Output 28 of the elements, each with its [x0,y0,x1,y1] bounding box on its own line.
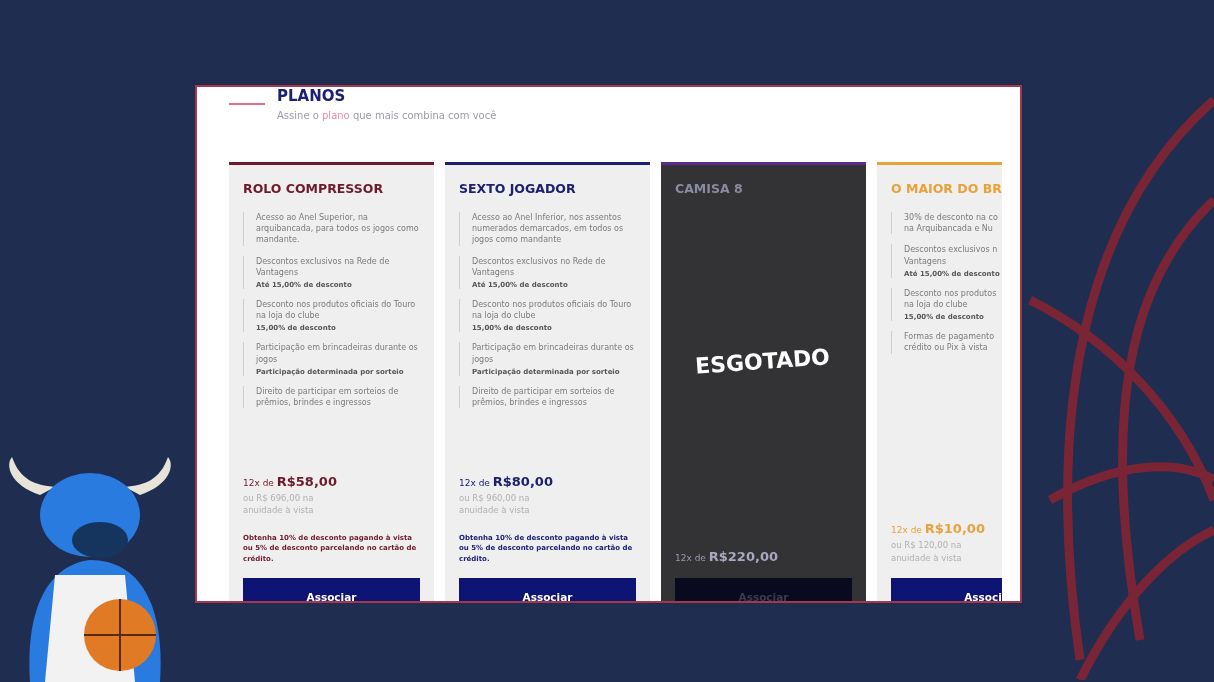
plan-title: O MAIOR DO BR [891,181,1002,196]
feature-text: Desconto nos produtos na loja do clube [904,287,998,311]
feature-text: Participação em brincadeiras durante os jogos [256,342,419,365]
feature-text: Formas de pagamento crédito ou Pix à vista [904,331,996,354]
sold-out-label: ESGOTADO [694,344,831,379]
feature-text: Acesso ao Anel Inferior, nos assentos numerados demarcados, em todos os jogos como mandante [472,212,625,246]
plan-price: 12x de R$80,00 [459,473,554,489]
plan-title: CAMISA 8 [675,181,744,196]
plan-price: 12x de R$220,00 [675,549,779,564]
plan-price: 12x de R$10,00 [891,521,986,537]
section-title: PLANOS [277,87,347,105]
associate-button[interactable]: Associar [459,578,636,601]
plan-price: 12x de R$58,00 [243,473,338,489]
feature-text: Desconto nos produtos oficiais do Touro na loja do clube [256,298,417,322]
section-subtitle: Assine o plano que mais combina com você [277,110,497,121]
feature-text: Participação em brincadeiras durante os jogos [472,342,635,365]
associate-button[interactable]: Associar [243,578,420,601]
feature-text: Descontos exclusivos n Vantagens [904,244,999,267]
plan-title: SEXTO JOGADOR [459,181,577,196]
feature-text: Direito de participar em sorteios de prêmios, brindes e ingressos [472,385,616,409]
feature-text: 30% de desconto na co na Arquibancada e Nu [904,212,999,235]
feature-text: Direito de participar em sorteios de prêmios, brindes e ingressos [256,385,400,409]
associate-button[interactable]: Associ [891,578,1002,601]
feature-text: Descontos exclusivos na Rede de Vantagens [256,255,391,278]
plan-title: ROLO COMPRESSOR [243,181,384,196]
feature-text: Desconto nos produtos oficiais do Touro na loja do clube [472,298,633,322]
feature-text: Descontos exclusivos no Rede de Vantagens [472,255,607,278]
feature-text: Acesso ao Anel Superior, na arquibancada, para todos os jogos como mandante. [256,212,420,246]
